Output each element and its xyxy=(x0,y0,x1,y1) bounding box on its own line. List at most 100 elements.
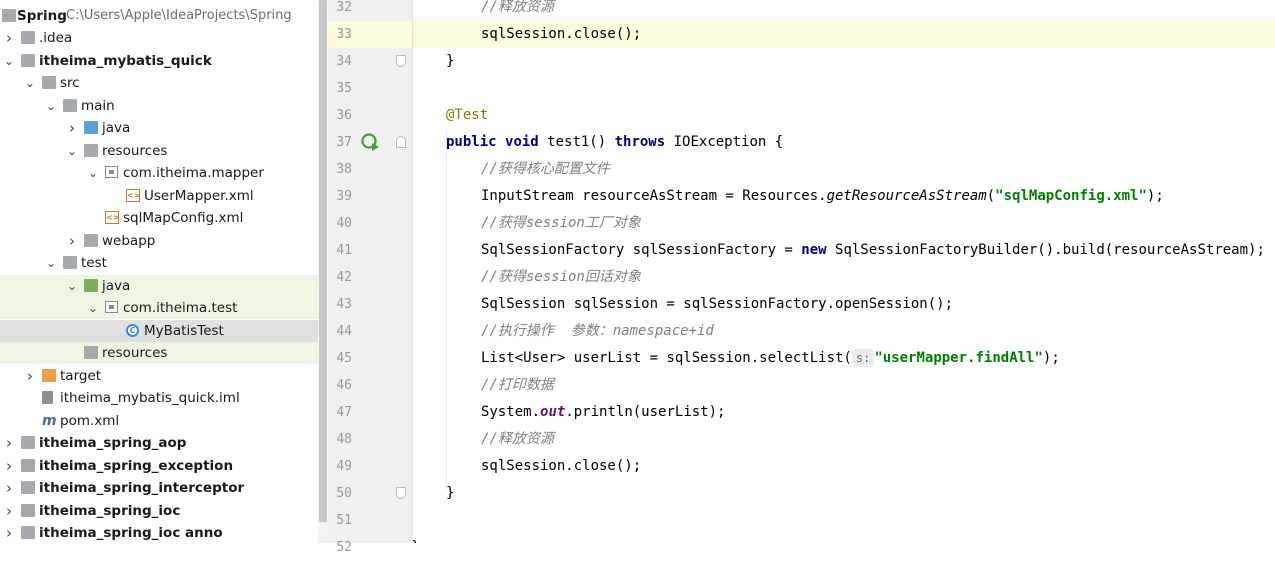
folder-icon xyxy=(21,31,35,44)
tree-item[interactable]: C MyBatisTest xyxy=(0,319,318,342)
chevron-down-icon[interactable]: ⌄ xyxy=(44,95,58,117)
chevron-right-icon[interactable]: › xyxy=(65,117,79,139)
code-line-43[interactable]: SqlSession sqlSession = sqlSessionFactor… xyxy=(481,291,953,318)
tree-item[interactable]: › itheima_spring_interceptor xyxy=(0,477,318,499)
code-line-41[interactable]: SqlSessionFactory sqlSessionFactory = ne… xyxy=(481,237,1265,264)
tree-item-label: itheima_spring_ioc xyxy=(39,502,181,519)
tree-item[interactable]: › itheima_spring_ioc anno xyxy=(0,522,318,543)
package-icon xyxy=(105,301,118,313)
folder-icon xyxy=(63,256,77,269)
line-number: 51 xyxy=(336,513,352,528)
code-line-39[interactable]: InputStream resourceAsStream = Resources… xyxy=(481,183,1164,210)
chevron-down-icon[interactable]: ⌄ xyxy=(2,50,16,72)
code-line-48[interactable]: //释放资源 xyxy=(481,426,554,453)
line-number: 46 xyxy=(336,378,352,393)
module-folder-icon xyxy=(21,436,35,449)
tree-item[interactable]: ⌄ java xyxy=(0,274,318,297)
tree-item-label: itheima_mybatis_quick.iml xyxy=(60,390,240,406)
line-number: 52 xyxy=(336,540,352,555)
code-line-33[interactable]: sqlSession.close(); xyxy=(481,21,641,48)
line-number: 36 xyxy=(336,108,352,123)
code-line-36[interactable]: @Test xyxy=(446,102,488,129)
tree-item-label: itheima_spring_ioc anno xyxy=(39,525,223,541)
project-tool-window: ⌄ Spring C:\Users\Apple\IdeaProjects\Spr… xyxy=(0,0,318,543)
line-number: 39 xyxy=(336,189,352,204)
tree-item[interactable]: <> UserMapper.xml xyxy=(0,185,318,207)
test-source-folder-icon xyxy=(84,278,98,292)
fold-marker-icon[interactable] xyxy=(396,487,406,499)
chevron-right-icon[interactable]: › xyxy=(2,500,16,522)
package-icon xyxy=(105,166,118,178)
tree-item-label: main xyxy=(81,97,115,114)
line-number: 37 xyxy=(336,135,352,150)
tree-item[interactable]: › itheima_spring_exception xyxy=(0,455,318,477)
code-line-44[interactable]: //执行操作 参数：namespace+id xyxy=(481,318,714,345)
chevron-down-icon[interactable]: ⌄ xyxy=(65,275,79,297)
tree-item[interactable]: m pom.xml xyxy=(0,410,318,432)
code-line-34[interactable]: } xyxy=(446,48,454,75)
chevron-right-icon[interactable]: › xyxy=(23,365,37,387)
chevron-right-icon[interactable]: › xyxy=(65,230,79,252)
editor-gutter: 32 33 34 35 36 37 38 39 40 41 42 43 44 45 46 47 48 49 50 51… xyxy=(328,0,413,555)
tree-item-label: resources xyxy=(102,345,168,361)
line-number: 45 xyxy=(336,351,352,366)
chevron-right-icon[interactable]: › xyxy=(2,522,16,543)
code-line-40[interactable]: //获得session工厂对象 xyxy=(481,210,641,237)
code-line-47[interactable]: System.out.println(userList); xyxy=(481,399,725,426)
parameter-hint: s: xyxy=(851,349,875,367)
code-line-49[interactable]: sqlSession.close(); xyxy=(481,453,641,480)
code-line-37[interactable]: public void test1() throws IOException { xyxy=(446,129,783,156)
tree-item[interactable]: itheima_mybatis_quick.iml xyxy=(0,387,318,409)
tree-item-label: resources xyxy=(102,142,168,159)
code-line-42[interactable]: //获得session回话对象 xyxy=(481,264,641,291)
tree-item[interactable]: ⌄ com.itheima.test xyxy=(0,297,318,319)
chevron-down-icon[interactable]: ⌄ xyxy=(86,297,100,319)
tree-item-label: webapp xyxy=(102,232,156,249)
tree-item[interactable]: ⌄ com.itheima.mapper xyxy=(0,162,318,184)
tree-item[interactable]: › webapp xyxy=(0,230,318,252)
chevron-down-icon[interactable]: ⌄ xyxy=(86,162,100,184)
chevron-right-icon[interactable]: › xyxy=(2,27,16,49)
tree-item[interactable]: › java xyxy=(0,117,318,139)
tree-item[interactable]: ⌄ resources xyxy=(0,140,318,162)
tree-item[interactable]: <> sqlMapConfig.xml xyxy=(0,207,318,229)
chevron-down-icon[interactable]: ⌄ xyxy=(44,252,58,274)
fold-marker-icon[interactable] xyxy=(396,136,406,148)
tree-item[interactable]: ⌄ main xyxy=(0,95,318,117)
project-scrollbar-thumb[interactable] xyxy=(319,0,327,522)
line-number: 50 xyxy=(336,486,352,501)
code-line-50[interactable]: } xyxy=(446,480,454,507)
line-number: 42 xyxy=(336,270,352,285)
chevron-right-icon[interactable]: › xyxy=(2,477,16,499)
tree-item[interactable]: › target xyxy=(0,365,318,387)
tree-item[interactable]: ⌄ test xyxy=(0,252,318,274)
chevron-right-icon[interactable]: › xyxy=(2,432,16,454)
code-line-38[interactable]: //获得核心配置文件 xyxy=(481,156,610,183)
code-line-52[interactable]: } xyxy=(413,534,419,543)
project-root[interactable]: ⌄ Spring C:\Users\Apple\IdeaProjects\Spr… xyxy=(0,5,318,27)
tree-item-label: test xyxy=(81,255,107,271)
line-number: 38 xyxy=(336,162,352,177)
fold-marker-icon[interactable] xyxy=(396,55,406,67)
code-line-46[interactable]: //打印数据 xyxy=(481,372,554,399)
code-editor[interactable]: //释放资源 sqlSession.close(); } @Test publi… xyxy=(413,0,1275,543)
tree-item[interactable]: › itheima_spring_aop xyxy=(0,432,318,454)
module-folder-icon xyxy=(21,526,35,539)
chevron-down-icon[interactable]: ⌄ xyxy=(23,72,37,94)
code-line-32[interactable]: //释放资源 xyxy=(481,0,554,21)
tree-item[interactable]: › itheima_spring_ioc xyxy=(0,500,318,522)
run-test-icon[interactable] xyxy=(360,132,382,154)
tree-item[interactable]: › .idea xyxy=(0,27,318,49)
tree-item[interactable]: resources xyxy=(0,342,318,364)
chevron-down-icon[interactable]: ⌄ xyxy=(65,140,79,162)
chevron-right-icon[interactable]: › xyxy=(2,455,16,477)
code-line-45[interactable]: List<User> userList = sqlSession.selectL… xyxy=(481,345,1060,372)
tree-item[interactable]: ⌄ src xyxy=(0,72,318,94)
tree-item-label: com.itheima.test xyxy=(123,300,238,316)
tree-item-label: MyBatisTest xyxy=(144,322,224,339)
tree-item[interactable]: ⌄ itheima_mybatis_quick xyxy=(0,50,318,72)
xml-file-icon: <> xyxy=(126,188,141,202)
project-root-path: C:\Users\Apple\IdeaProjects\Spring xyxy=(66,8,292,23)
xml-file-icon: <> xyxy=(105,211,120,224)
tree-item-label: java xyxy=(102,120,131,136)
